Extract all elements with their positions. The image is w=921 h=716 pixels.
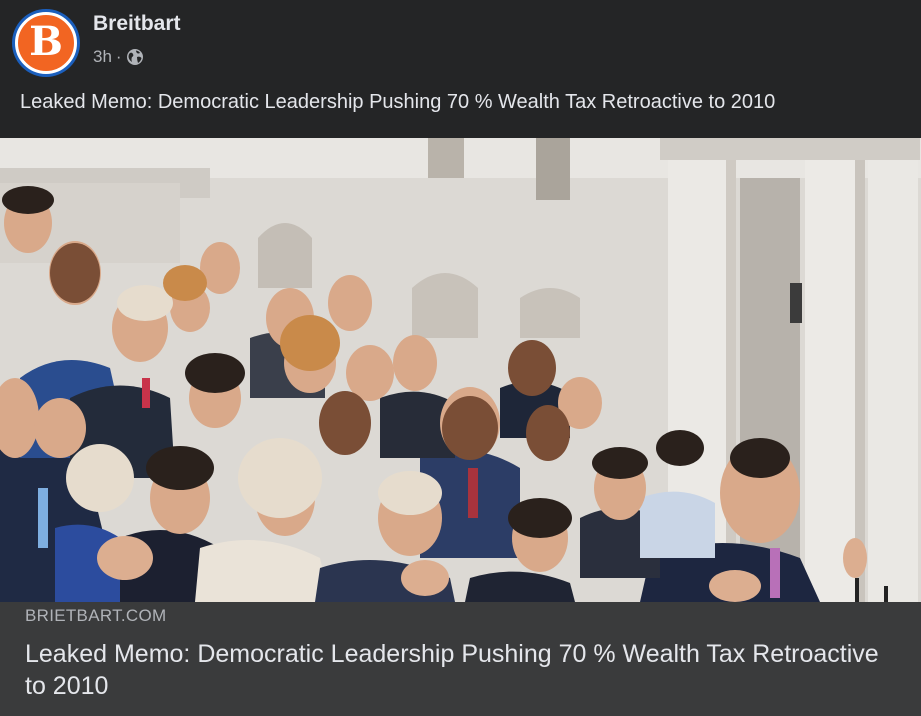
link-preview-card[interactable]: BRIETBART.COM Leaked Memo: Democratic Le…: [0, 138, 921, 716]
post-timestamp[interactable]: 3h: [93, 47, 112, 67]
meta-separator: ·: [115, 47, 122, 66]
feed-post: B Breitbart 3h · Leaked Memo: Democratic…: [0, 0, 921, 716]
page-name-link[interactable]: Breitbart: [93, 12, 181, 36]
link-card-footer[interactable]: BRIETBART.COM Leaked Memo: Democratic Le…: [0, 602, 921, 716]
link-title[interactable]: Leaked Memo: Democratic Leadership Pushi…: [25, 638, 885, 702]
avatar-letter: B: [29, 18, 63, 65]
breitbart-logo-icon: B: [15, 12, 77, 74]
globe-icon[interactable]: [126, 48, 144, 66]
link-preview-image[interactable]: [0, 138, 921, 602]
post-header: B Breitbart 3h ·: [0, 0, 921, 82]
page-avatar[interactable]: B: [12, 9, 80, 77]
post-text: Leaked Memo: Democratic Leadership Pushi…: [20, 91, 776, 113]
link-domain: BRIETBART.COM: [25, 606, 167, 625]
post-meta: 3h ·: [93, 47, 144, 67]
